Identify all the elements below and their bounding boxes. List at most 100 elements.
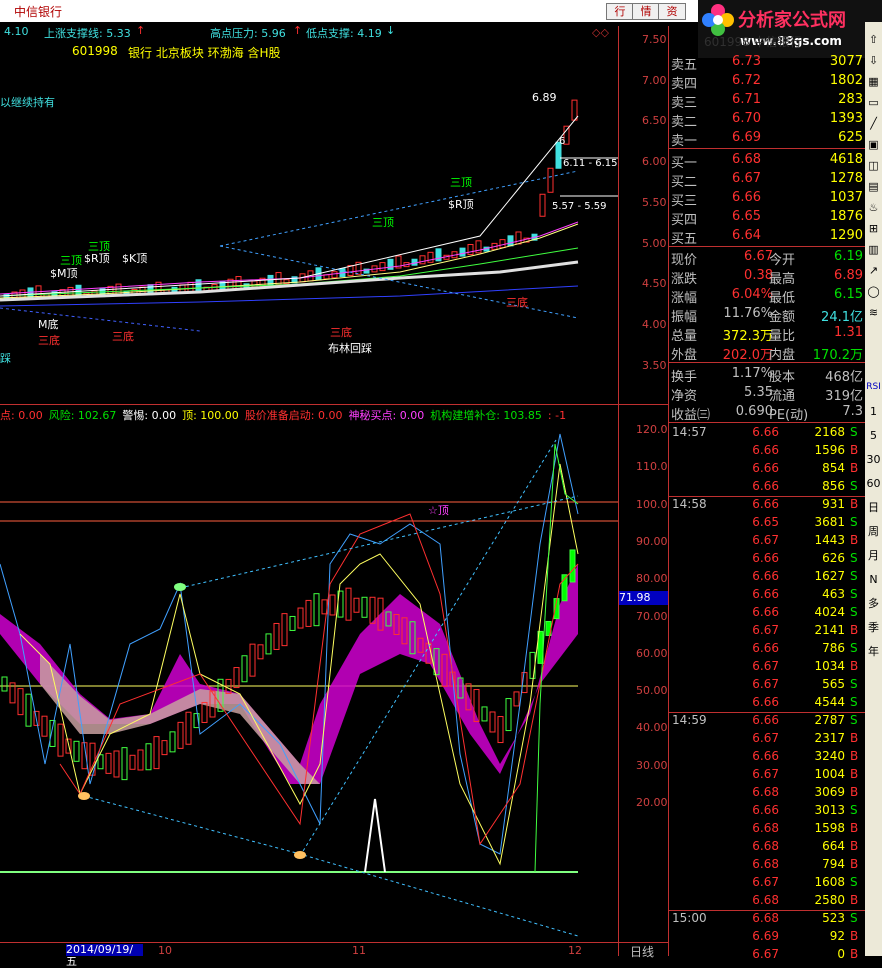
- stat-value: 6.19: [834, 249, 863, 264]
- stat-row: 外盘 202.0万 内盘 170.2万: [669, 343, 865, 363]
- ask-row[interactable]: 卖五 6.73 3077: [669, 53, 865, 73]
- period-button[interactable]: 日: [866, 500, 881, 515]
- candle: [499, 239, 506, 249]
- bid-row[interactable]: 买五 6.64 1290: [669, 227, 865, 247]
- tick-row: 6.66 1596 B: [669, 442, 865, 460]
- tick-price: 6.66: [752, 443, 779, 457]
- tick-row: 6.68 2580 B: [669, 892, 865, 910]
- tick-price: 6.66: [752, 497, 779, 511]
- ask-row[interactable]: 卖三 6.71 283: [669, 91, 865, 111]
- period-button[interactable]: 1: [866, 404, 881, 419]
- bid-row[interactable]: 买三 6.66 1037: [669, 189, 865, 209]
- tick-price: 6.67: [752, 731, 779, 745]
- tick-row: 14:58 6.66 931 B: [669, 496, 865, 514]
- tool-icon[interactable]: ⇧: [866, 32, 881, 47]
- indicator-bar: [241, 655, 248, 683]
- tick-volume: 3681: [814, 515, 845, 529]
- indicator-bar: [353, 597, 360, 613]
- tick-price: 6.67: [752, 659, 779, 673]
- tick-volume: 664: [822, 839, 845, 853]
- tool-icon[interactable]: ▥: [866, 242, 881, 257]
- tick-volume: 1627: [814, 569, 845, 583]
- book-divider: [669, 422, 865, 423]
- tick-volume: 92: [829, 929, 845, 943]
- level-volume: 1393: [829, 111, 863, 126]
- period-button[interactable]: N: [866, 572, 881, 587]
- data-tab-button[interactable]: 资: [658, 3, 686, 20]
- period-label[interactable]: 日线: [630, 943, 654, 960]
- period-button[interactable]: 周: [866, 524, 881, 539]
- bid-row[interactable]: 买四 6.65 1876: [669, 208, 865, 228]
- level-volume: 1278: [829, 171, 863, 186]
- level-label: 买三: [671, 194, 698, 209]
- level-price: 6.68: [732, 152, 761, 167]
- tick-volume: 3240: [814, 749, 845, 763]
- price-label: 5.57 - 5.59: [552, 201, 607, 212]
- indicator-chart[interactable]: ☆顶: [0, 404, 618, 942]
- period-button[interactable]: RSI: [866, 380, 881, 395]
- tool-icon[interactable]: ▭: [866, 95, 881, 110]
- period-button[interactable]: 季: [866, 620, 881, 635]
- period-button[interactable]: 月: [866, 548, 881, 563]
- tool-icon[interactable]: ▣: [866, 137, 881, 152]
- stat-value: 5.35: [744, 385, 773, 400]
- tool-icon[interactable]: ♨: [866, 200, 881, 215]
- tick-row: 6.66 786 S: [669, 640, 865, 658]
- period-button[interactable]: 年: [866, 644, 881, 659]
- period-button[interactable]: 多: [866, 596, 881, 611]
- tool-icon[interactable]: ≋: [866, 305, 881, 320]
- tick-row: 6.66 3013 S: [669, 802, 865, 820]
- tool-icon[interactable]: ◫: [866, 158, 881, 173]
- tool-icon[interactable]: ◯: [866, 284, 881, 299]
- tool-icon[interactable]: ⊞: [866, 221, 881, 236]
- bid-row[interactable]: 买一 6.68 4618: [669, 151, 865, 171]
- candle: [427, 251, 434, 263]
- level-price: 6.66: [732, 190, 761, 205]
- signal-label: M底: [38, 317, 59, 331]
- tick-price: 6.67: [752, 623, 779, 637]
- tick-price: 6.67: [752, 767, 779, 781]
- price-chart[interactable]: 6.89 6.11 - 6.15 5.57 - 5.59 6 三顶$R顶三顶$K…: [0, 26, 618, 404]
- level-price: 6.71: [732, 92, 761, 107]
- info-tab-button[interactable]: 情: [632, 3, 660, 20]
- trend-line-high: [179, 495, 579, 589]
- indicator-bar: [289, 615, 296, 631]
- period-button[interactable]: 60: [866, 476, 881, 491]
- tick-price: 6.66: [752, 713, 779, 727]
- price-tick-label: 4.50: [642, 277, 667, 291]
- stat-label: 总量: [671, 329, 698, 344]
- tool-icon[interactable]: ▦: [866, 74, 881, 89]
- tick-price: 6.68: [752, 785, 779, 799]
- tick-volume: 931: [822, 497, 845, 511]
- tick-volume: 2168: [814, 425, 845, 439]
- quote-tab-button[interactable]: 行: [606, 3, 634, 20]
- diamond-marker: [174, 583, 186, 591]
- candle: [331, 271, 338, 279]
- signal-label: $R顶: [448, 198, 474, 211]
- indicator-bar: [481, 706, 488, 722]
- period-button[interactable]: 30: [866, 452, 881, 467]
- tool-icon[interactable]: ⇩: [866, 53, 881, 68]
- indicator-bar: [105, 752, 112, 774]
- signal-label: 布林回踩: [328, 341, 372, 355]
- tick-side: S: [850, 641, 858, 655]
- tick-row: 15:00 6.68 523 S: [669, 910, 865, 928]
- stat-value: 24.1亿: [821, 310, 863, 325]
- tool-icon[interactable]: ↗: [866, 263, 881, 278]
- indicator-tick-label: 80.00: [636, 572, 668, 586]
- ask-row[interactable]: 卖二 6.70 1393: [669, 110, 865, 130]
- ask-row[interactable]: 卖四 6.72 1802: [669, 72, 865, 92]
- bid-row[interactable]: 买二 6.67 1278: [669, 170, 865, 190]
- price-tick-label: 5.50: [642, 195, 667, 209]
- tick-row: 6.67 565 S: [669, 676, 865, 694]
- level-price: 6.65: [732, 209, 761, 224]
- indicator-bar: [513, 691, 520, 707]
- period-button[interactable]: 5: [866, 428, 881, 443]
- tool-icon[interactable]: ╱: [866, 116, 881, 131]
- indicator-bar: [121, 747, 128, 781]
- ask-row[interactable]: 卖一 6.69 625: [669, 129, 865, 149]
- tick-row: 6.67 1608 S: [669, 874, 865, 892]
- tick-side: S: [850, 803, 858, 817]
- tool-icon[interactable]: ▤: [866, 179, 881, 194]
- price-tick-label: 4.00: [642, 317, 667, 331]
